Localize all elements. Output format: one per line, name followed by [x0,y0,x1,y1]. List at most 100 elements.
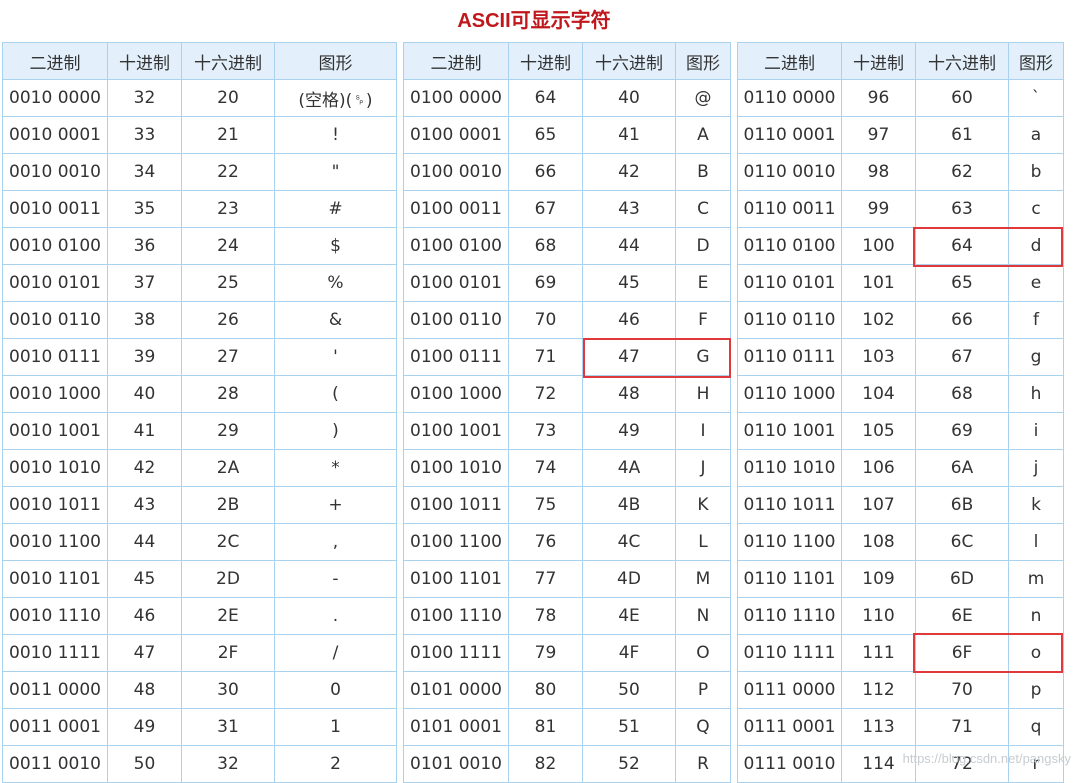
decimal-cell: 41 [107,412,182,450]
hex-cell: 45 [582,264,676,302]
table-row: 0100 1010 74 4A J [403,449,731,487]
binary-cell: 0111 0000 [737,671,842,709]
table-row: 0011 0010 50 32 2 [2,745,397,783]
decimal-cell: 69 [508,264,583,302]
glyph-cell: a [1008,116,1064,154]
glyph-cell: K [675,486,731,524]
binary-cell: 0010 1001 [2,412,108,450]
glyph-cell: A [675,116,731,154]
hex-cell: 6B [915,486,1009,524]
binary-cell: 0111 0001 [737,708,842,746]
table-row: 0100 1101 77 4D M [403,560,731,598]
table-row: 0101 0010 82 52 R [403,745,731,783]
hex-cell: 63 [915,190,1009,228]
binary-cell: 0100 0111 [403,338,509,376]
table-row: 0111 0001 113 71 q [737,708,1064,746]
decimal-cell: 35 [107,190,182,228]
hex-cell: 2B [181,486,275,524]
glyph-cell: ` [1008,79,1064,117]
hex-cell: 51 [582,708,676,746]
decimal-cell: 103 [841,338,916,376]
table-row: 0010 1011 43 2B + [2,486,397,524]
hex-cell: 26 [181,301,275,339]
header-row: 二进制 十进制 十六进制 图形 [403,42,731,80]
column-header: 十进制 [508,42,583,80]
table-row: 0100 0100 68 44 D [403,227,731,265]
decimal-cell: 77 [508,560,583,598]
table-row: 0010 0100 36 24 $ [2,227,397,265]
table-row: 0010 0101 37 25% [2,264,397,302]
glyph-cell: M [675,560,731,598]
decimal-cell: 66 [508,153,583,191]
glyph-cell: m [1008,560,1064,598]
hex-cell: 65 [915,264,1009,302]
glyph-cell: k [1008,486,1064,524]
hex-cell: 64 [915,227,1009,265]
decimal-cell: 48 [107,671,182,709]
decimal-cell: 82 [508,745,583,783]
hex-cell: 67 [915,338,1009,376]
binary-cell: 0100 0100 [403,227,509,265]
table-row: 0110 0111 103 67 g [737,338,1064,376]
hex-cell: 43 [582,190,676,228]
decimal-cell: 79 [508,634,583,672]
column-header: 图形 [1008,42,1064,80]
glyph-cell: o [1008,634,1064,672]
decimal-cell: 76 [508,523,583,561]
binary-cell: 0110 1110 [737,597,842,635]
column-header: 十六进制 [915,42,1009,80]
table-row: 0100 1011 75 4B K [403,486,731,524]
glyph-cell: 2 [274,745,397,783]
table-row: 0100 1100 76 4C L [403,523,731,561]
hex-cell: 60 [915,79,1009,117]
binary-cell: 0100 0010 [403,153,509,191]
column-header: 十六进制 [181,42,275,80]
table-row: 0101 0001 81 51 Q [403,708,731,746]
decimal-cell: 105 [841,412,916,450]
column-header: 十进制 [107,42,182,80]
table-row: 0100 0101 69 45 E [403,264,731,302]
binary-cell: 0101 0001 [403,708,509,746]
decimal-cell: 108 [841,523,916,561]
binary-cell: 0110 1001 [737,412,842,450]
table-row: 0110 0001 97 61 a [737,116,1064,154]
hex-cell: 71 [915,708,1009,746]
table-row: 0010 1000 40 28( [2,375,397,413]
hex-cell: 46 [582,301,676,339]
binary-cell: 0100 1101 [403,560,509,598]
table-row: 0010 1001 41 29) [2,412,397,450]
table-row: 0110 0110 102 66 f [737,301,1064,339]
ascii-table-2: 二进制 十进制 十六进制 图形 0100 0000 64 40 @0100 0001 65 41… [403,42,731,783]
column-header: 图形 [274,42,397,80]
hex-cell: 6F [915,634,1009,672]
binary-cell: 0011 0001 [2,708,108,746]
glyph-cell: ( [274,375,397,413]
hex-cell: 28 [181,375,275,413]
binary-cell: 0110 1101 [737,560,842,598]
binary-cell: 0110 1111 [737,634,842,672]
binary-cell: 0100 0001 [403,116,509,154]
table-row: 0100 0001 65 41 A [403,116,731,154]
glyph-cell: J [675,449,731,487]
glyph-cell: ! [274,116,397,154]
decimal-cell: 36 [107,227,182,265]
table-row: 0111 0000 112 70 p [737,671,1064,709]
binary-cell: 0011 0000 [2,671,108,709]
table-row: 0100 0011 67 43 C [403,190,731,228]
watermark: https://blog.csdn.net/pangsky [902,751,1071,766]
decimal-cell: 81 [508,708,583,746]
binary-cell: 0010 0111 [2,338,108,376]
binary-cell: 0110 0010 [737,153,842,191]
decimal-cell: 101 [841,264,916,302]
binary-cell: 0100 1011 [403,486,509,524]
glyph-cell: j [1008,449,1064,487]
decimal-cell: 100 [841,227,916,265]
binary-cell: 0010 1010 [2,449,108,487]
decimal-cell: 38 [107,301,182,339]
glyph-cell: n [1008,597,1064,635]
binary-cell: 0100 1110 [403,597,509,635]
table-row: 0100 1111 79 4F O [403,634,731,672]
binary-cell: 0010 1101 [2,560,108,598]
hex-cell: 22 [181,153,275,191]
hex-cell: 48 [582,375,676,413]
